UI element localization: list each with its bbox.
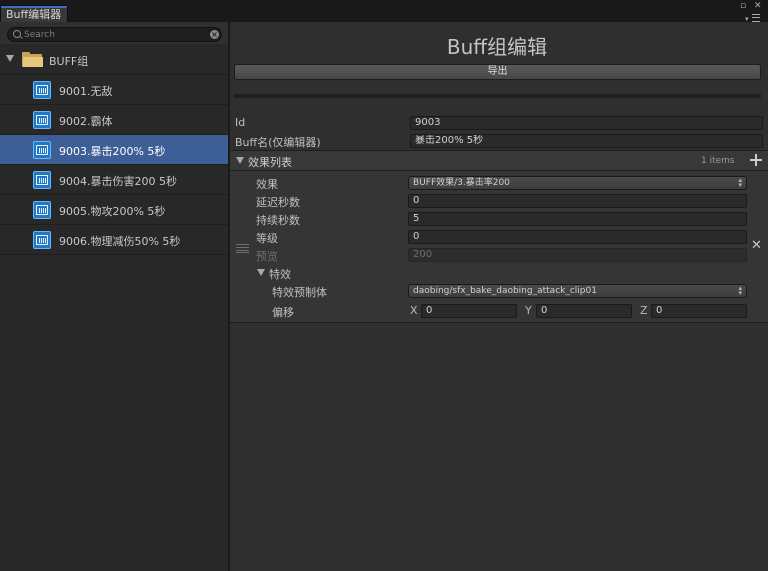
effect-label: 效果 — [256, 178, 278, 191]
fx-collapse-arrow-icon[interactable] — [257, 269, 265, 276]
folder-icon — [22, 52, 43, 67]
list-item-9003[interactable]: 9003.暴击200% 5秒 — [0, 135, 228, 165]
id-label: Id — [235, 116, 246, 129]
level-label: 等级 — [256, 232, 278, 245]
sidebar: × BUFF组 9001.无敌 9002.霸体 9003.暴击200% 5秒 9… — [0, 22, 228, 571]
list-item-label: 9002.霸体 — [59, 115, 113, 128]
collapse-arrow-icon[interactable] — [236, 157, 244, 164]
offset-x-label: X — [410, 304, 418, 317]
offset-y-label: Y — [525, 304, 532, 317]
list-item-9006[interactable]: 9006.物理减伤50% 5秒 — [0, 225, 228, 255]
list-item-9001[interactable]: 9001.无敌 — [0, 75, 228, 105]
offset-label: 偏移 — [272, 306, 294, 319]
export-button[interactable]: 导出 — [234, 64, 761, 80]
buff-icon — [33, 111, 51, 129]
offset-z-field[interactable]: 0 — [651, 304, 747, 318]
buff-icon — [33, 171, 51, 189]
add-item-icon[interactable] — [749, 153, 763, 167]
expand-arrow-icon[interactable] — [6, 55, 14, 62]
effect-dropdown[interactable]: BUFF效果/3.暴击率200 ▴ ▾ — [408, 176, 747, 190]
list-item-9005[interactable]: 9005.物攻200% 5秒 — [0, 195, 228, 225]
search-bar: × — [0, 22, 228, 44]
menu-icon[interactable] — [752, 14, 760, 22]
dropdown-arrows-icon: ▴ ▾ — [738, 284, 742, 297]
buff-icon — [33, 231, 51, 249]
list-item-label: 9004.暴击伤害200 5秒 — [59, 175, 177, 188]
level-field[interactable]: 0 — [408, 230, 747, 244]
list-item-label: 9001.无敌 — [59, 85, 113, 98]
buff-name-field[interactable]: 暴击200% 5秒 — [410, 134, 763, 148]
buff-icon — [33, 141, 51, 159]
buff-icon — [33, 81, 51, 99]
duration-field[interactable]: 5 — [408, 212, 747, 226]
id-field[interactable]: 9003 — [410, 116, 763, 130]
effects-list-body: ✕ 效果 BUFF效果/3.暴击率200 ▴ ▾ 延迟秒数 0 持续秒数 5 等级… — [230, 171, 768, 323]
items-count: 1 items — [701, 156, 735, 166]
effects-list-header[interactable]: 效果列表 1 items — [230, 150, 768, 171]
offset-z-label: Z — [640, 304, 648, 317]
delay-field[interactable]: 0 — [408, 194, 747, 208]
list-item-9004[interactable]: 9004.暴击伤害200 5秒 — [0, 165, 228, 195]
tab-buff-editor[interactable]: Buff编辑器 — [0, 5, 69, 23]
effect-dropdown-value: BUFF效果/3.暴击率200 — [413, 178, 510, 188]
buff-name-label: Buff名(仅编辑器) — [235, 136, 321, 149]
list-item-label: 9006.物理减伤50% 5秒 — [59, 235, 181, 248]
offset-y-field[interactable]: 0 — [536, 304, 632, 318]
drag-handle-icon[interactable] — [236, 244, 249, 253]
clear-search-icon[interactable]: × — [210, 30, 219, 39]
search-icon — [13, 30, 21, 38]
editor-tab-strip: Buff编辑器 ▫ ✕ ▾ — [0, 0, 768, 23]
duration-label: 持续秒数 — [256, 214, 300, 227]
tree-root-buff-group[interactable]: BUFF组 — [0, 45, 228, 75]
prefab-label: 特效预制体 — [272, 286, 327, 299]
maximize-icon[interactable]: ▫ — [740, 2, 746, 11]
preview-label: 预览 — [256, 250, 278, 263]
effects-list-label: 效果列表 — [248, 156, 292, 169]
list-item-label: 9003.暴击200% 5秒 — [59, 145, 166, 158]
close-window-icon[interactable]: ✕ — [754, 2, 762, 11]
dropdown-arrows-icon: ▴ ▾ — [738, 176, 742, 189]
fx-section-label: 特效 — [269, 268, 291, 281]
search-box[interactable]: × — [7, 27, 222, 42]
buff-icon — [33, 201, 51, 219]
page-title: Buff组编辑 — [446, 35, 548, 59]
list-item-label: 9005.物攻200% 5秒 — [59, 205, 166, 218]
search-input[interactable] — [24, 28, 194, 41]
separator — [234, 94, 761, 98]
tree-root-label: BUFF组 — [49, 55, 89, 68]
remove-item-icon[interactable]: ✕ — [751, 238, 762, 253]
offset-x-field[interactable]: 0 — [421, 304, 517, 318]
delay-label: 延迟秒数 — [256, 196, 300, 209]
prefab-dropdown[interactable]: daobing/sfx_bake_daobing_attack_clip01 ▴… — [408, 284, 747, 298]
preview-field: 200 — [408, 248, 747, 262]
list-item-9002[interactable]: 9002.霸体 — [0, 105, 228, 135]
prefab-dropdown-value: daobing/sfx_bake_daobing_attack_clip01 — [413, 286, 597, 296]
inspector-panel: Buff组编辑 导出 Id 9003 Buff名(仅编辑器) 暴击200% 5秒… — [230, 22, 768, 571]
